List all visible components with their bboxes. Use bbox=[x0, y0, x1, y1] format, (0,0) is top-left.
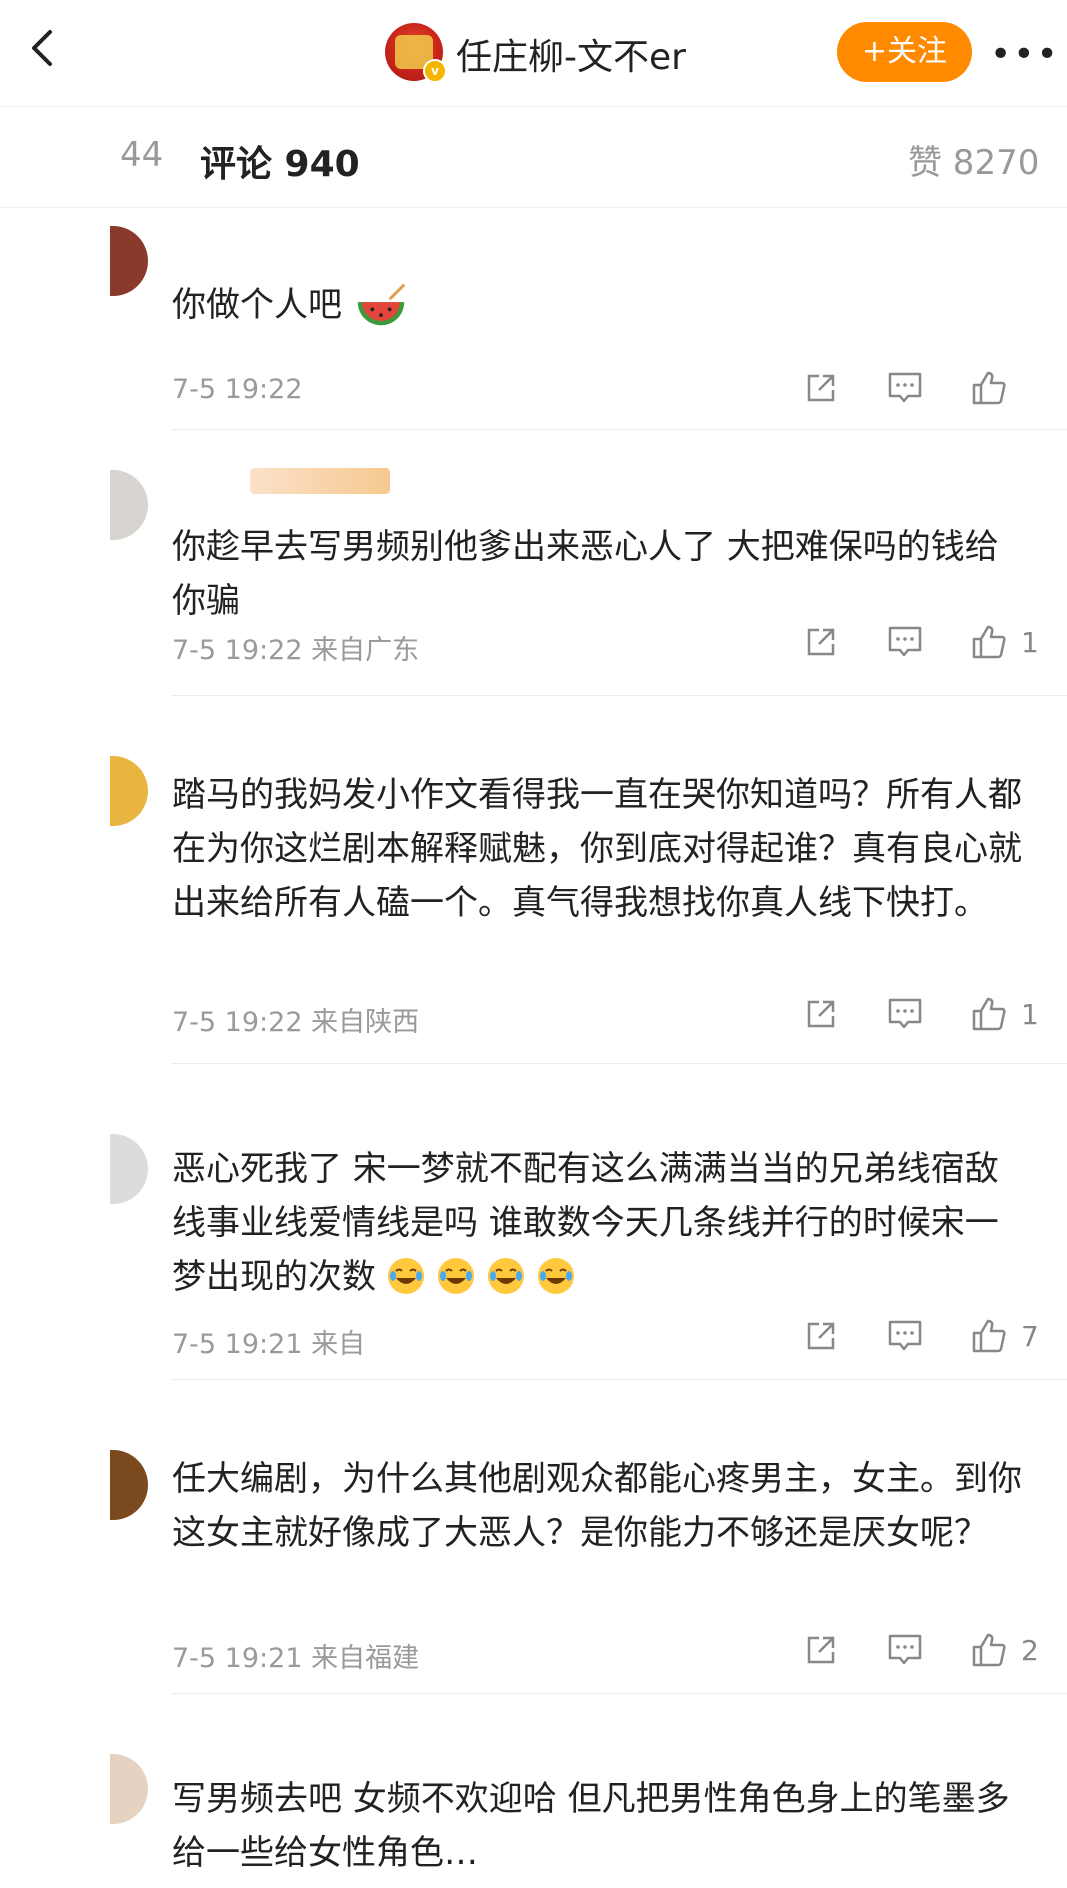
share-icon[interactable] bbox=[799, 1314, 843, 1358]
share-icon[interactable] bbox=[799, 992, 843, 1036]
comment-item: 写男频去吧 女频不欢迎哈 但凡把男性角色身上的笔墨多给一些给女性角色… bbox=[0, 1694, 1067, 1888]
like-count: 7 bbox=[1021, 1319, 1039, 1353]
comment-text: 你趁早去写男频别他爹出来恶心人了 大把难保吗的钱给你骗 bbox=[172, 527, 999, 621]
share-icon[interactable] bbox=[799, 1628, 843, 1672]
comment-icon[interactable] bbox=[883, 992, 927, 1036]
comment-actions: 1 bbox=[759, 620, 1045, 664]
comment-item: 你做个人吧 7-5 19:22 bbox=[0, 206, 1067, 430]
comment-item: 恶心死我了 宋一梦就不配有这么满满当当的兄弟线宿敌线事业线爱情线是吗 谁敢数今天… bbox=[0, 1064, 1067, 1380]
comment-meta: 7-5 19:22 来自陕西 bbox=[172, 1007, 420, 1038]
commenter-avatar[interactable] bbox=[110, 756, 148, 826]
comment-actions: 7 bbox=[759, 1314, 1045, 1358]
verified-badge-icon: v bbox=[423, 59, 447, 83]
commenter-avatar[interactable] bbox=[110, 1754, 148, 1824]
thumbs-up-icon[interactable] bbox=[967, 366, 1011, 410]
tab-likes[interactable]: 赞 8270 bbox=[908, 135, 1039, 184]
comment-meta: 7-5 19:22 来自广东 bbox=[172, 635, 420, 666]
back-icon[interactable] bbox=[22, 26, 66, 70]
commenter-avatar[interactable] bbox=[110, 226, 148, 296]
more-options-icon[interactable]: ••• bbox=[990, 34, 1060, 75]
comment-meta: 7-5 19:21 来自 bbox=[172, 1329, 366, 1360]
comment-text: 写男频去吧 女频不欢迎哈 但凡把男性角色身上的笔墨多给一些给女性角色… bbox=[172, 1779, 1010, 1873]
commenter-avatar[interactable] bbox=[110, 1450, 148, 1520]
author-avatar[interactable]: v bbox=[385, 23, 447, 83]
comment-meta: 7-5 19:21 来自福建 bbox=[172, 1643, 420, 1674]
comment-icon[interactable] bbox=[883, 1628, 927, 1672]
commenter-name-badge-icon bbox=[250, 468, 390, 494]
laughing-tears-emoji-icon bbox=[438, 1258, 474, 1294]
laughing-tears-emoji-icon bbox=[538, 1258, 574, 1294]
watermelon-emoji-icon bbox=[357, 283, 406, 326]
laughing-tears-emoji-icon bbox=[488, 1258, 524, 1294]
thumbs-up-icon[interactable] bbox=[967, 1628, 1011, 1672]
comment-item: 任大编剧，为什么其他剧观众都能心疼男主，女主。到你这女主就好像成了大恶人？是你能… bbox=[0, 1380, 1067, 1694]
comment-item: 踏马的我妈发小作文看得我一直在哭你知道吗？所有人都在为你这烂剧本解释赋魅，你到底… bbox=[0, 696, 1067, 1064]
comment-icon[interactable] bbox=[883, 620, 927, 664]
like-count: 1 bbox=[1021, 625, 1039, 659]
comment-text: 恶心死我了 宋一梦就不配有这么满满当当的兄弟线宿敌线事业线爱情线是吗 谁敢数今天… bbox=[172, 1149, 999, 1297]
like-count: 1 bbox=[1021, 997, 1039, 1031]
commenter-avatar[interactable] bbox=[110, 470, 148, 540]
comment-icon[interactable] bbox=[883, 366, 927, 410]
share-icon[interactable] bbox=[799, 620, 843, 664]
comment-actions bbox=[759, 366, 1045, 410]
tab-comments[interactable]: 评论 940 bbox=[200, 135, 360, 187]
comment-actions: 1 bbox=[759, 992, 1045, 1036]
page-title: 任庄柳-文不er bbox=[456, 37, 686, 78]
like-count: 2 bbox=[1021, 1633, 1039, 1667]
commenter-avatar[interactable] bbox=[110, 1134, 148, 1204]
comment-icon[interactable] bbox=[883, 1314, 927, 1358]
laughing-tears-emoji-icon bbox=[388, 1258, 424, 1294]
comment-text: 踏马的我妈发小作文看得我一直在哭你知道吗？所有人都在为你这烂剧本解释赋魅，你到底… bbox=[172, 775, 1022, 923]
top-bar: v 任庄柳-文不er +关注 ••• bbox=[0, 0, 1067, 106]
thumbs-up-icon[interactable] bbox=[967, 992, 1011, 1036]
thumbs-up-icon[interactable] bbox=[967, 1314, 1011, 1358]
thumbs-up-icon[interactable] bbox=[967, 620, 1011, 664]
comment-actions: 2 bbox=[759, 1628, 1045, 1672]
tab-repost[interactable]: 44 bbox=[120, 135, 163, 175]
comment-text: 你做个人吧 bbox=[172, 276, 1032, 334]
follow-button[interactable]: +关注 bbox=[837, 22, 972, 82]
comment-text: 任大编剧，为什么其他剧观众都能心疼男主，女主。到你这女主就好像成了大恶人？是你能… bbox=[172, 1459, 1022, 1553]
comment-meta: 7-5 19:22 bbox=[172, 374, 303, 405]
comment-item: 你趁早去写男频别他爹出来恶心人了 大把难保吗的钱给你骗 7-5 19:22 来自… bbox=[0, 430, 1067, 696]
share-icon[interactable] bbox=[799, 366, 843, 410]
comment-tab-bar: 44 评论 940 赞 8270 bbox=[0, 106, 1067, 208]
